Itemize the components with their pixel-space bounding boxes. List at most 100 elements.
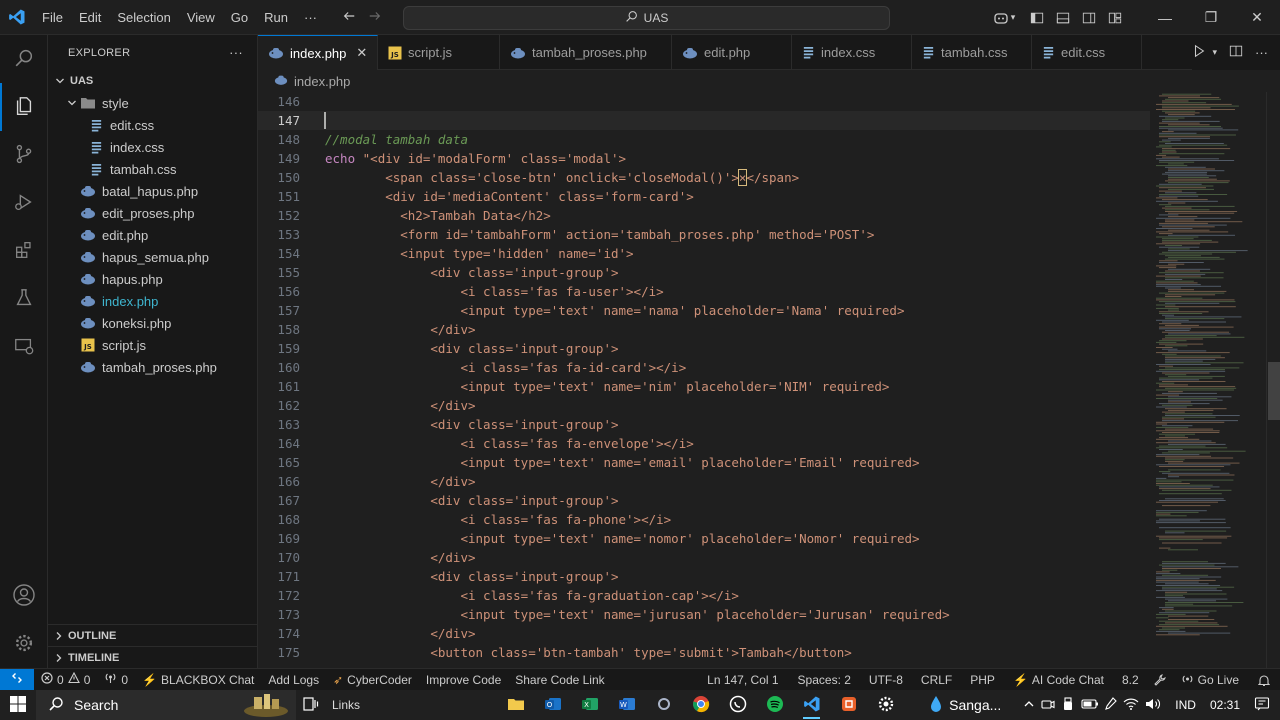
restore-button[interactable]: ❐	[1188, 0, 1234, 35]
notifications-bell-icon[interactable]	[1248, 669, 1280, 691]
split-editor-icon[interactable]	[1229, 44, 1243, 61]
code-line[interactable]: 168 <i class='fas fa-phone'></i>	[258, 510, 1150, 529]
code-line[interactable]: 162 </div>	[258, 396, 1150, 415]
ai-code-chat[interactable]: ⚡ AI Code Chat	[1004, 669, 1113, 691]
code-line[interactable]: 170 </div>	[258, 548, 1150, 567]
toggle-sidebar-icon[interactable]	[1024, 0, 1050, 35]
code-line[interactable]: 148 //modal tambah data	[258, 130, 1150, 149]
menu-view[interactable]: View	[179, 0, 223, 35]
taskbar-outlook[interactable]: O	[534, 690, 571, 720]
code-line[interactable]: 149 echo "<div id='modalForm' class='moda…	[258, 149, 1150, 168]
activity-explorer[interactable]	[0, 83, 48, 131]
encoding[interactable]: UTF-8	[860, 669, 912, 691]
end-of-line[interactable]: CRLF	[912, 669, 961, 691]
taskbar-chrome[interactable]	[682, 690, 719, 720]
go-live[interactable]: Go Live	[1172, 669, 1248, 691]
customize-layout-icon[interactable]	[1102, 0, 1128, 35]
activity-extensions[interactable]	[0, 227, 48, 275]
taskbar-word[interactable]: W	[608, 690, 645, 720]
folder-style[interactable]: style	[48, 92, 257, 114]
code-line[interactable]: 165 <input type='text' name='email' plac…	[258, 453, 1150, 472]
more-actions-icon[interactable]: ···	[1255, 45, 1268, 60]
toggle-panel-icon[interactable]	[1050, 0, 1076, 35]
minimize-button[interactable]: —	[1142, 0, 1188, 35]
tab-tambah-proses-php[interactable]: tambah_proses.php	[500, 35, 672, 70]
php-version[interactable]: 8.2	[1113, 669, 1148, 691]
close-window-button[interactable]: ✕	[1234, 0, 1280, 35]
code-line[interactable]: 146	[258, 92, 1150, 111]
weather-label[interactable]: Sanga...	[949, 697, 1001, 713]
add-logs[interactable]: Add Logs	[261, 669, 326, 691]
explorer-more-actions[interactable]: ···	[229, 45, 243, 60]
code-line[interactable]: 173 <input type='text' name='jurusan' pl…	[258, 605, 1150, 624]
language-mode[interactable]: PHP	[961, 669, 1004, 691]
code-line[interactable]: 172 <i class='fas fa-graduation-cap'></i…	[258, 586, 1150, 605]
file-index-php[interactable]: index.php	[48, 290, 257, 312]
code-line[interactable]: 157 <input type='text' name='nama' place…	[258, 301, 1150, 320]
toggle-secondary-sidebar-icon[interactable]	[1076, 0, 1102, 35]
code-line[interactable]: 174 </div>	[258, 624, 1150, 643]
workspace-root-folder[interactable]: UAS	[48, 70, 257, 92]
problems-indicator[interactable]: 0 0	[34, 669, 97, 691]
activity-source-control[interactable]	[0, 131, 48, 179]
wifi-icon[interactable]	[1123, 697, 1139, 714]
code-line[interactable]: 158 </div>	[258, 320, 1150, 339]
taskbar-spotify[interactable]	[756, 690, 793, 720]
menu-selection[interactable]: Selection	[109, 0, 178, 35]
close-tab-icon[interactable]: ✕	[356, 45, 367, 61]
taskbar-app-orange[interactable]	[830, 690, 867, 720]
wrench-icon[interactable]	[1148, 669, 1172, 691]
links-toolbar[interactable]: Links	[332, 698, 360, 712]
menu-edit[interactable]: Edit	[71, 0, 109, 35]
file-hapus-semua-php[interactable]: hapus_semua.php	[48, 246, 257, 268]
tab-index-php[interactable]: index.php ✕	[258, 35, 378, 70]
timeline-section[interactable]: TIMELINE	[48, 646, 258, 668]
activity-manage[interactable]	[0, 620, 48, 668]
file-koneksi-php[interactable]: koneksi.php	[48, 312, 257, 334]
code-line[interactable]: 159 <div class='input-group'>	[258, 339, 1150, 358]
menu-file[interactable]: File	[34, 0, 71, 35]
style-file-tambah-css[interactable]: tambah.css	[48, 158, 257, 180]
improve-code[interactable]: Improve Code	[419, 669, 508, 691]
scrollbar-thumb[interactable]	[1268, 362, 1280, 420]
outline-section[interactable]: OUTLINE	[48, 624, 258, 646]
tab-edit-css[interactable]: edit.css	[1032, 35, 1142, 70]
activity-run-debug[interactable]	[0, 179, 48, 227]
keyboard-language[interactable]: IND	[1175, 698, 1196, 712]
forward-arrow-icon[interactable]	[368, 9, 382, 26]
code-line[interactable]: 154 <input type='hidden' name='id'>	[258, 244, 1150, 263]
code-line[interactable]: 164 <i class='fas fa-envelope'></i>	[258, 434, 1150, 453]
activity-testing[interactable]	[0, 275, 48, 323]
run-file-icon[interactable]	[1192, 44, 1206, 61]
code-line[interactable]: 169 <input type='text' name='nomor' plac…	[258, 529, 1150, 548]
file-hapus-php[interactable]: hapus.php	[48, 268, 257, 290]
breadcrumb-file[interactable]: index.php	[294, 74, 350, 89]
code-line[interactable]: 147	[258, 111, 1150, 130]
taskbar-excel[interactable]: X	[571, 690, 608, 720]
remote-indicator[interactable]	[0, 668, 34, 691]
volume-icon[interactable]	[1145, 697, 1161, 714]
code-line[interactable]: 161 <input type='text' name='nim' placeh…	[258, 377, 1150, 396]
tab-tambah-css[interactable]: tambah.css	[912, 35, 1032, 70]
task-view-button[interactable]	[296, 696, 326, 715]
code-line[interactable]: 153 <form id='tambahForm' action='tambah…	[258, 225, 1150, 244]
code-editor[interactable]: 146 147 148 //modal tambah data 149 echo "<di…	[258, 92, 1150, 668]
code-line[interactable]: 150 <span class='close-btn' onclick='clo…	[258, 168, 1150, 187]
file-batal-hapus-php[interactable]: batal_hapus.php	[48, 180, 257, 202]
start-button[interactable]	[0, 690, 36, 720]
vertical-scrollbar[interactable]	[1266, 92, 1280, 668]
back-arrow-icon[interactable]	[342, 9, 356, 26]
file-script-js[interactable]: JS script.js	[48, 334, 257, 356]
code-line[interactable]: 166 </div>	[258, 472, 1150, 491]
activity-accounts[interactable]	[0, 572, 48, 620]
taskbar-search[interactable]: Search	[36, 690, 296, 720]
taskbar-app-gear[interactable]	[867, 690, 904, 720]
file-edit-php[interactable]: edit.php	[48, 224, 257, 246]
battery-icon[interactable]	[1081, 698, 1099, 713]
ports-indicator[interactable]: 0	[97, 669, 135, 691]
tab-edit-php[interactable]: edit.php	[672, 35, 792, 70]
activity-remote-explorer[interactable]	[0, 323, 48, 371]
clock[interactable]: 02:31	[1210, 698, 1240, 712]
taskbar-vscode[interactable]	[793, 690, 830, 720]
share-code-link[interactable]: Share Code Link	[508, 669, 611, 691]
